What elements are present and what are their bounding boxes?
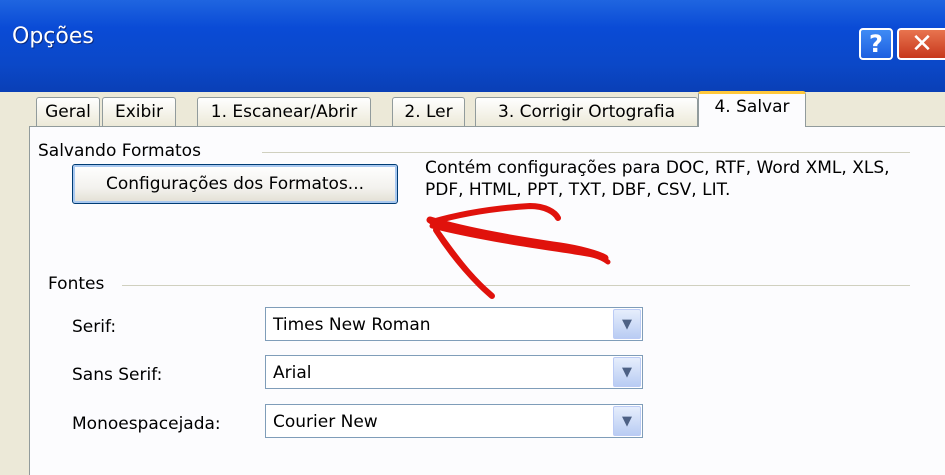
tab-label: Geral	[45, 102, 91, 122]
sans-serif-label: Sans Serif:	[72, 365, 163, 385]
sans-serif-font-value: Arial	[273, 363, 312, 383]
close-icon: ✕	[911, 29, 933, 59]
serif-label: Serif:	[72, 317, 117, 337]
options-dialog: Geral Exibir 1. Escanear/Abrir 2. Ler 3.…	[0, 91, 945, 475]
tab-salvar[interactable]: 4. Salvar	[698, 91, 806, 127]
group-divider	[122, 285, 910, 286]
tab-label: Exibir	[114, 102, 164, 122]
monospace-label: Monoespacejada:	[72, 414, 221, 434]
tab-exibir[interactable]: Exibir	[102, 97, 176, 126]
format-settings-button[interactable]: Configurações dos Formatos...	[72, 164, 398, 204]
tab-escanear-abrir[interactable]: 1. Escanear/Abrir	[197, 97, 371, 126]
tab-ler[interactable]: 2. Ler	[392, 97, 465, 126]
serif-font-select[interactable]: Times New Roman ▼	[265, 307, 643, 341]
title-bar[interactable]: Opções ? ✕	[0, 0, 945, 92]
chevron-down-icon[interactable]: ▼	[613, 406, 641, 436]
chevron-down-icon[interactable]: ▼	[613, 309, 641, 339]
tab-panel-salvar: Salvando Formatos Configurações dos Form…	[29, 126, 945, 475]
tab-geral[interactable]: Geral	[36, 97, 100, 126]
tab-label: 3. Corrigir Ortografia	[498, 102, 675, 122]
close-button[interactable]: ✕	[897, 28, 945, 60]
group-label-fontes: Fontes	[48, 274, 105, 294]
tab-corrigir-ortografia[interactable]: 3. Corrigir Ortografia	[475, 97, 698, 126]
formats-description: Contém configurações para DOC, RTF, Word…	[425, 158, 890, 200]
tab-label: 4. Salvar	[714, 97, 790, 117]
chevron-down-icon[interactable]: ▼	[613, 357, 641, 387]
help-icon: ?	[869, 30, 883, 58]
group-label-salvando-formatos: Salvando Formatos	[38, 141, 201, 161]
sans-serif-font-select[interactable]: Arial ▼	[265, 355, 643, 389]
window-title: Opções	[12, 24, 94, 49]
tab-label: 1. Escanear/Abrir	[210, 102, 358, 122]
monospace-font-select[interactable]: Courier New ▼	[265, 404, 643, 438]
serif-font-value: Times New Roman	[273, 315, 431, 335]
tab-label: 2. Ler	[404, 102, 453, 122]
group-divider	[262, 152, 910, 153]
monospace-font-value: Courier New	[273, 412, 378, 432]
help-button[interactable]: ?	[859, 28, 893, 60]
